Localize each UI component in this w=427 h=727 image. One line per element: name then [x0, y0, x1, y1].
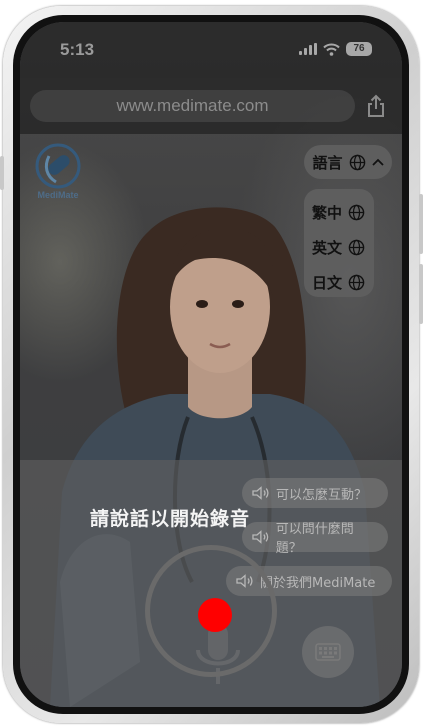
keyboard-button[interactable] [302, 626, 354, 678]
globe-icon [348, 239, 365, 255]
globe-icon [348, 204, 365, 220]
medimate-logo-icon [35, 143, 81, 189]
status-bar: 5:13 76 [20, 22, 402, 78]
phone-volume-down-button [419, 264, 423, 324]
globe-icon [349, 154, 365, 170]
recording-prompt: 請說話以開始錄音 [89, 508, 250, 530]
globe-icon [348, 274, 365, 290]
record-dot[interactable] [198, 598, 232, 632]
browser-toolbar: www.medimate.com [20, 78, 402, 134]
speaker-icon [252, 530, 269, 544]
status-icons: 76 [299, 42, 372, 56]
language-button[interactable]: 語言 [304, 145, 392, 179]
language-button-label: 語言 [312, 153, 343, 172]
language-option-label: 日文 [312, 273, 343, 292]
language-menu: 繁中 英文 日文 [304, 189, 374, 297]
language-option-english[interactable]: 英文 [312, 235, 365, 259]
phone-bezel: 5:13 76 www.medimate.com MediMate 語言 繁中 … [13, 15, 409, 714]
language-option-label: 英文 [312, 238, 343, 257]
logo-text: MediMate [37, 190, 79, 200]
phone-screen: 5:13 76 www.medimate.com MediMate 語言 繁中 … [20, 22, 402, 707]
phone-frame: 5:13 76 www.medimate.com MediMate 語言 繁中 … [0, 6, 423, 723]
keyboard-icon [315, 643, 341, 661]
battery-indicator: 76 [346, 42, 372, 56]
speaker-icon [252, 486, 269, 500]
quick-question-label: 可以怎麼互動？ [276, 487, 368, 503]
phone-action-button [0, 156, 4, 190]
address-bar[interactable]: www.medimate.com [30, 90, 355, 122]
language-option-traditional-chinese[interactable]: 繁中 [312, 200, 365, 224]
language-option-japanese[interactable]: 日文 [312, 270, 365, 294]
signal-icon [299, 43, 317, 55]
status-time: 5:13 [60, 40, 95, 59]
phone-volume-up-button [419, 194, 423, 254]
wifi-icon [323, 43, 340, 56]
quick-question-label: 關於我們MediMate [260, 575, 376, 591]
url-text: www.medimate.com [116, 96, 269, 115]
language-option-label: 繁中 [312, 203, 343, 222]
chevron-up-icon [371, 158, 384, 166]
share-icon[interactable] [366, 94, 386, 118]
